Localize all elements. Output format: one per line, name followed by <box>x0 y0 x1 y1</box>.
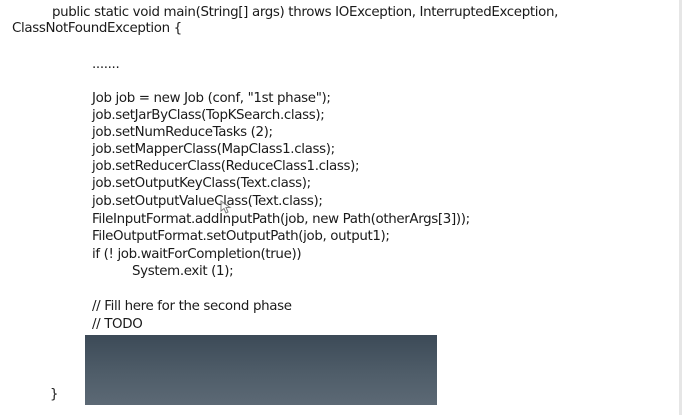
mouse-cursor-icon <box>220 200 232 214</box>
method-signature-line-1: public static void main(String[] args) t… <box>52 5 559 20</box>
redacted-answer-box <box>85 335 437 405</box>
code-line: job.setReducerClass(ReduceClass1.class); <box>92 159 360 174</box>
code-line: Job job = new Job (conf, "1st phase"); <box>92 91 331 106</box>
code-line: job.setMapperClass(MapClass1.class); <box>92 142 335 157</box>
code-line-indented: System.exit (1); <box>132 264 234 279</box>
code-line: job.setJarByClass(TopKSearch.class); <box>92 108 325 123</box>
comment-line: // TODO <box>92 317 143 332</box>
closing-brace: } <box>50 387 59 402</box>
code-ellipsis: ....... <box>92 57 120 72</box>
slide-page: public static void main(String[] args) t… <box>0 0 682 415</box>
code-line: job.setNumReduceTasks (2); <box>92 125 273 140</box>
code-line: FileInputFormat.addInputPath(job, new Pa… <box>92 212 470 227</box>
code-line: if (! job.waitForCompletion(true)) <box>92 247 302 262</box>
code-line: job.setOutputKeyClass(Text.class); <box>92 176 311 191</box>
method-signature-line-2: ClassNotFoundException { <box>12 21 182 36</box>
code-line: FileOutputFormat.setOutputPath(job, outp… <box>92 229 390 244</box>
code-line: job.setOutputValueClass(Text.class); <box>92 194 323 209</box>
comment-line: // Fill here for the second phase <box>92 299 292 314</box>
